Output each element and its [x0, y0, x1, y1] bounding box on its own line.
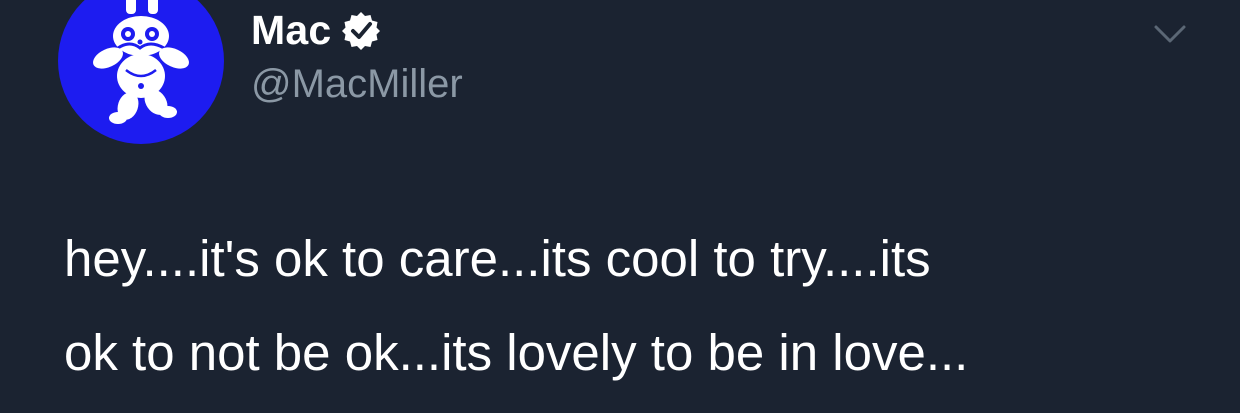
tweet-text: hey....it's ok to care...its cool to try…	[64, 212, 1194, 400]
author-name-row[interactable]: Mac	[251, 2, 381, 58]
tweet-card: Mac @MacMiller hey....it's ok to care...…	[0, 0, 1240, 413]
user-handle[interactable]: @MacMiller	[251, 62, 463, 107]
avatar[interactable]	[58, 0, 224, 144]
tweet-text-line: hey....it's ok to care...its cool to try…	[64, 230, 931, 287]
chevron-down-icon[interactable]	[1150, 20, 1190, 48]
tweet-text-line: ok to not be ok...its lovely to be in lo…	[64, 324, 969, 381]
robot-mascot-icon	[93, 0, 189, 124]
verified-badge-icon	[341, 10, 381, 50]
display-name[interactable]: Mac	[251, 7, 331, 54]
